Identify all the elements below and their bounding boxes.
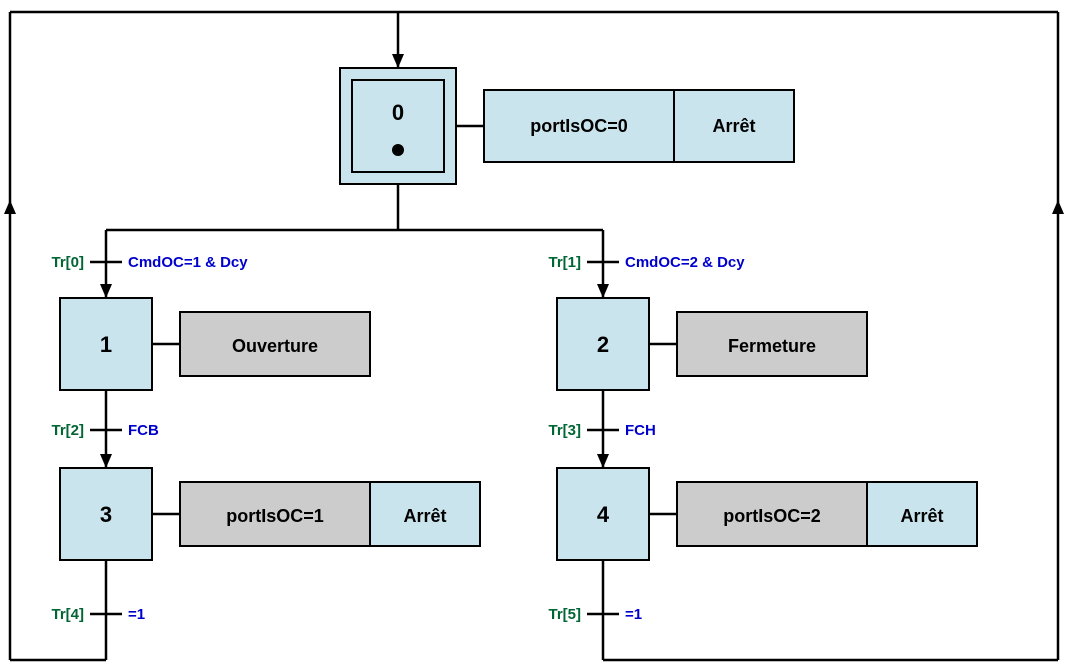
step-0-action-1: Arrêt — [712, 116, 755, 136]
tr4-label: Tr[4] — [51, 606, 84, 623]
step-0-actions: portIsOC=0 Arrêt — [456, 90, 794, 162]
tr2-cond: FCB — [128, 422, 159, 439]
step-3-actions: portIsOC=1 Arrêt — [152, 482, 480, 546]
transition-5: Tr[5] =1 — [548, 606, 642, 623]
tr5-label: Tr[5] — [548, 606, 581, 623]
step-2: 2 — [557, 298, 649, 390]
step-0: 0 — [340, 68, 456, 184]
step-3-number: 3 — [100, 502, 112, 527]
grafcet-diagram: 0 portIsOC=0 Arrêt Tr[0] CmdOC=1 & Dcy T… — [0, 0, 1068, 672]
step-1-number: 1 — [100, 332, 112, 357]
step-1-action-0: Ouverture — [232, 336, 318, 356]
step-3: 3 — [60, 468, 152, 560]
transition-1: Tr[1] CmdOC=2 & Dcy — [548, 254, 745, 271]
transition-0: Tr[0] CmdOC=1 & Dcy — [51, 254, 248, 271]
tr3-label: Tr[3] — [548, 422, 581, 439]
step-4: 4 — [557, 468, 649, 560]
step-0-action-0: portIsOC=0 — [530, 116, 628, 136]
step-2-number: 2 — [597, 332, 609, 357]
tr0-label: Tr[0] — [51, 254, 84, 271]
tr1-cond: CmdOC=2 & Dcy — [625, 254, 745, 271]
tr0-cond: CmdOC=1 & Dcy — [128, 254, 248, 271]
step-3-action-1: Arrêt — [403, 506, 446, 526]
tr3-cond: FCH — [625, 422, 656, 439]
step-4-action-0: portIsOC=2 — [723, 506, 821, 526]
step-3-action-0: portIsOC=1 — [226, 506, 324, 526]
step-2-action-0: Fermeture — [728, 336, 816, 356]
step-1-actions: Ouverture — [152, 312, 370, 376]
step-0-token — [392, 144, 404, 156]
step-1: 1 — [60, 298, 152, 390]
step-4-number: 4 — [597, 502, 610, 527]
tr4-cond: =1 — [128, 606, 145, 623]
step-0-number: 0 — [392, 100, 404, 125]
tr2-label: Tr[2] — [51, 422, 84, 439]
tr5-cond: =1 — [625, 606, 642, 623]
tr1-label: Tr[1] — [548, 254, 581, 271]
step-4-actions: portIsOC=2 Arrêt — [649, 482, 977, 546]
transition-4: Tr[4] =1 — [51, 606, 145, 623]
step-4-action-1: Arrêt — [900, 506, 943, 526]
step-2-actions: Fermeture — [649, 312, 867, 376]
